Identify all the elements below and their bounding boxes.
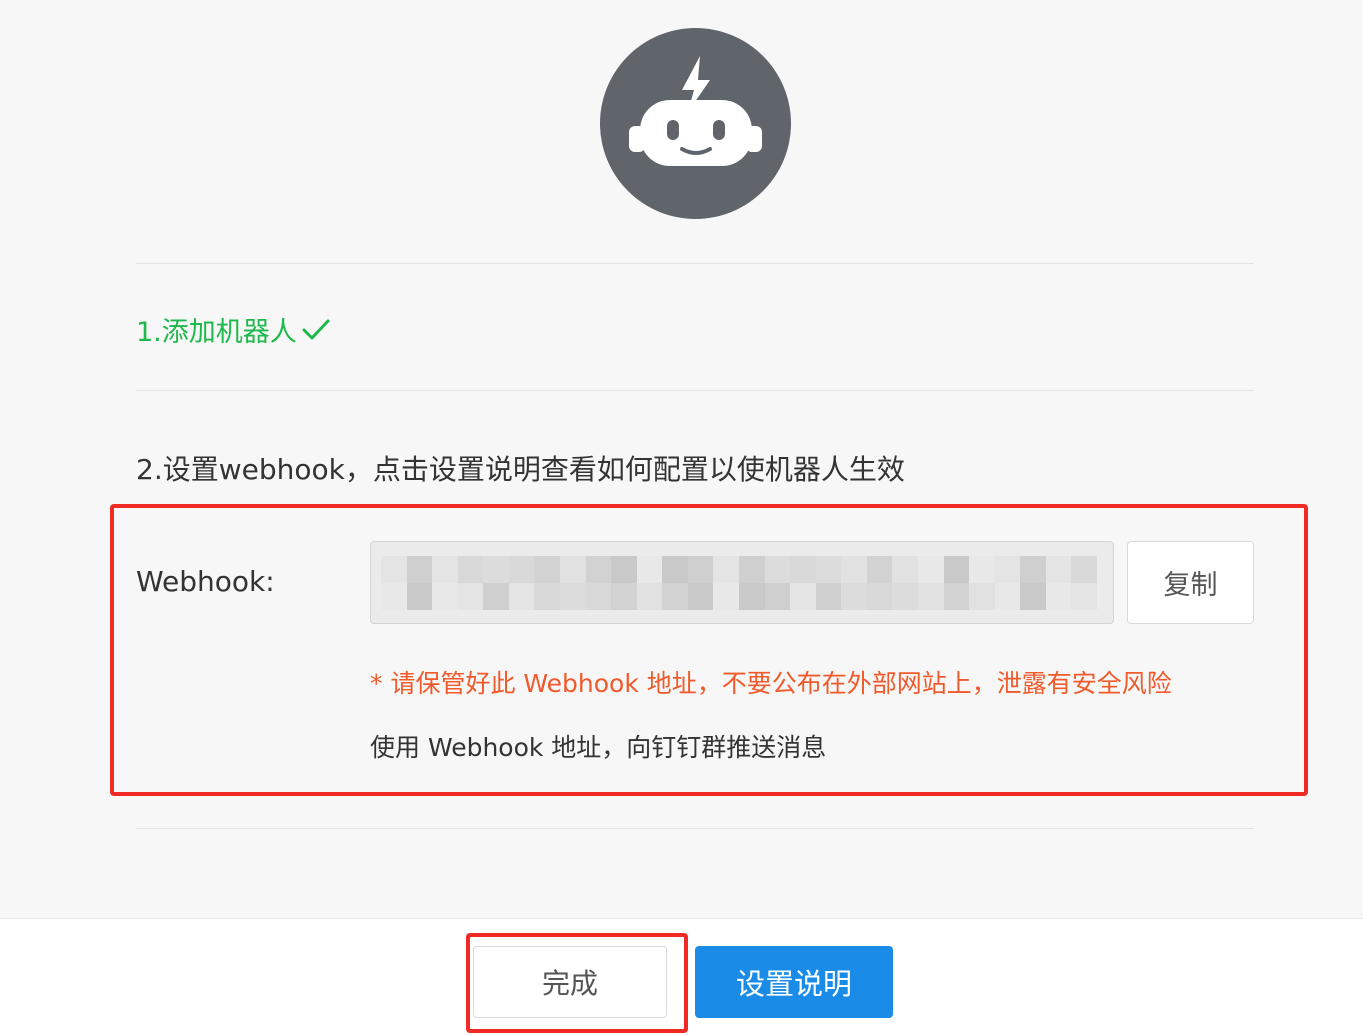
step-2-instruction: 2.设置webhook，点击设置说明查看如何配置以使机器人生效 (136, 453, 905, 486)
mosaic-cell (713, 556, 739, 583)
mosaic-cell (534, 556, 560, 583)
mosaic-cell (790, 556, 816, 583)
robot-settings-page: 1.添加机器人 2.设置webhook，点击设置说明查看如何配置以使机器人生效 … (0, 0, 1363, 1035)
mosaic-cell (790, 583, 816, 610)
webhook-usage-hint: 使用 Webhook 地址，向钉钉群推送消息 (370, 733, 827, 762)
mosaic-cell (815, 556, 842, 583)
mosaic-cell (406, 556, 433, 583)
mosaic-cell (585, 556, 612, 583)
mosaic-cell (406, 583, 433, 610)
mosaic-cell (1020, 583, 1046, 610)
mosaic-cell (994, 556, 1021, 583)
mosaic-cell (841, 556, 867, 583)
mosaic-cell (994, 583, 1021, 610)
mosaic-cell (713, 583, 739, 610)
mosaic-cell (764, 583, 791, 610)
mosaic-cell (841, 583, 867, 610)
mosaic-cell (892, 556, 918, 583)
mosaic-cell (892, 583, 918, 610)
mosaic-cell (534, 583, 560, 610)
webhook-label: Webhook: (136, 565, 275, 598)
mosaic-cell (1071, 556, 1097, 583)
divider-bottom (136, 828, 1254, 829)
mosaic-cell (969, 556, 995, 583)
mosaic-cell (432, 556, 458, 583)
webhook-url-field[interactable] (370, 541, 1114, 624)
mosaic-cell (508, 556, 535, 583)
security-warning: * 请保管好此 Webhook 地址，不要公布在外部网站上，泄露有安全风险 (370, 669, 1172, 698)
mosaic-cell (866, 556, 893, 583)
blurred-webhook-value (381, 556, 1097, 610)
setup-guide-button[interactable]: 设置说明 (695, 946, 893, 1018)
mosaic-cell (866, 583, 893, 610)
mosaic-cell (943, 583, 970, 610)
mosaic-cell (738, 583, 765, 610)
mosaic-cell (687, 583, 714, 610)
mosaic-cell (764, 556, 791, 583)
mosaic-cell (943, 556, 970, 583)
done-button[interactable]: 完成 (473, 946, 667, 1018)
mosaic-cell (483, 583, 509, 610)
mosaic-cell (1045, 583, 1072, 610)
mosaic-cell (815, 583, 842, 610)
mosaic-cell (508, 583, 535, 610)
copy-button[interactable]: 复制 (1127, 541, 1254, 624)
divider-top (136, 263, 1254, 264)
mosaic-cell (381, 583, 407, 610)
mosaic-cell (917, 556, 944, 583)
mosaic-cell (457, 583, 484, 610)
mosaic-cell (611, 583, 637, 610)
mosaic-cell (559, 556, 586, 583)
mosaic-cell (1020, 556, 1046, 583)
mosaic-cell (969, 583, 995, 610)
robot-avatar (600, 28, 791, 219)
check-icon (301, 317, 331, 343)
mosaic-cell (662, 556, 688, 583)
step-1-status: 1.添加机器人 (136, 310, 331, 349)
mosaic-cell (687, 556, 714, 583)
mosaic-cell (1071, 583, 1097, 610)
mosaic-cell (585, 583, 612, 610)
mosaic-cell (611, 556, 637, 583)
step-1-text: 1.添加机器人 (136, 317, 297, 348)
mosaic-cell (636, 556, 663, 583)
mosaic-cell (738, 556, 765, 583)
mosaic-cell (483, 556, 509, 583)
mosaic-cell (457, 556, 484, 583)
mosaic-cell (381, 556, 407, 583)
mosaic-cell (917, 583, 944, 610)
mosaic-cell (559, 583, 586, 610)
divider-middle (136, 390, 1254, 391)
mosaic-cell (1045, 556, 1072, 583)
mosaic-cell (432, 583, 458, 610)
robot-icon (629, 56, 762, 166)
mosaic-cell (636, 583, 663, 610)
mosaic-cell (662, 583, 688, 610)
